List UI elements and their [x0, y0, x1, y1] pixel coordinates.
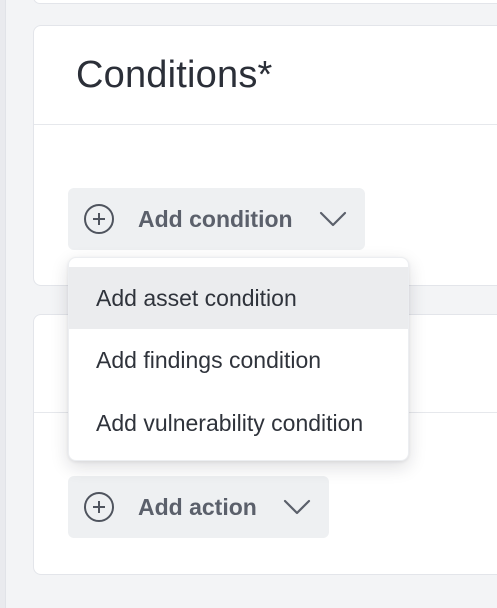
add-action-label: Add action [138, 493, 257, 520]
add-condition-dropdown-menu: Add asset condition Add findings conditi… [68, 257, 409, 461]
add-condition-label: Add condition [138, 205, 293, 232]
conditions-divider [34, 124, 497, 125]
conditions-title: Conditions* [76, 54, 273, 96]
chevron-down-icon [283, 499, 311, 515]
previous-card [33, 0, 497, 4]
plus-circle-icon [84, 204, 114, 234]
menu-item-add-vulnerability-condition[interactable]: Add vulnerability condition [69, 392, 408, 454]
add-action-button[interactable]: Add action [68, 476, 329, 538]
page-left-rail [0, 0, 6, 608]
plus-circle-icon [84, 492, 114, 522]
menu-item-add-asset-condition[interactable]: Add asset condition [69, 267, 408, 329]
add-condition-button[interactable]: Add condition [68, 188, 365, 250]
menu-item-add-findings-condition[interactable]: Add findings condition [69, 329, 408, 391]
chevron-down-icon [319, 211, 347, 227]
